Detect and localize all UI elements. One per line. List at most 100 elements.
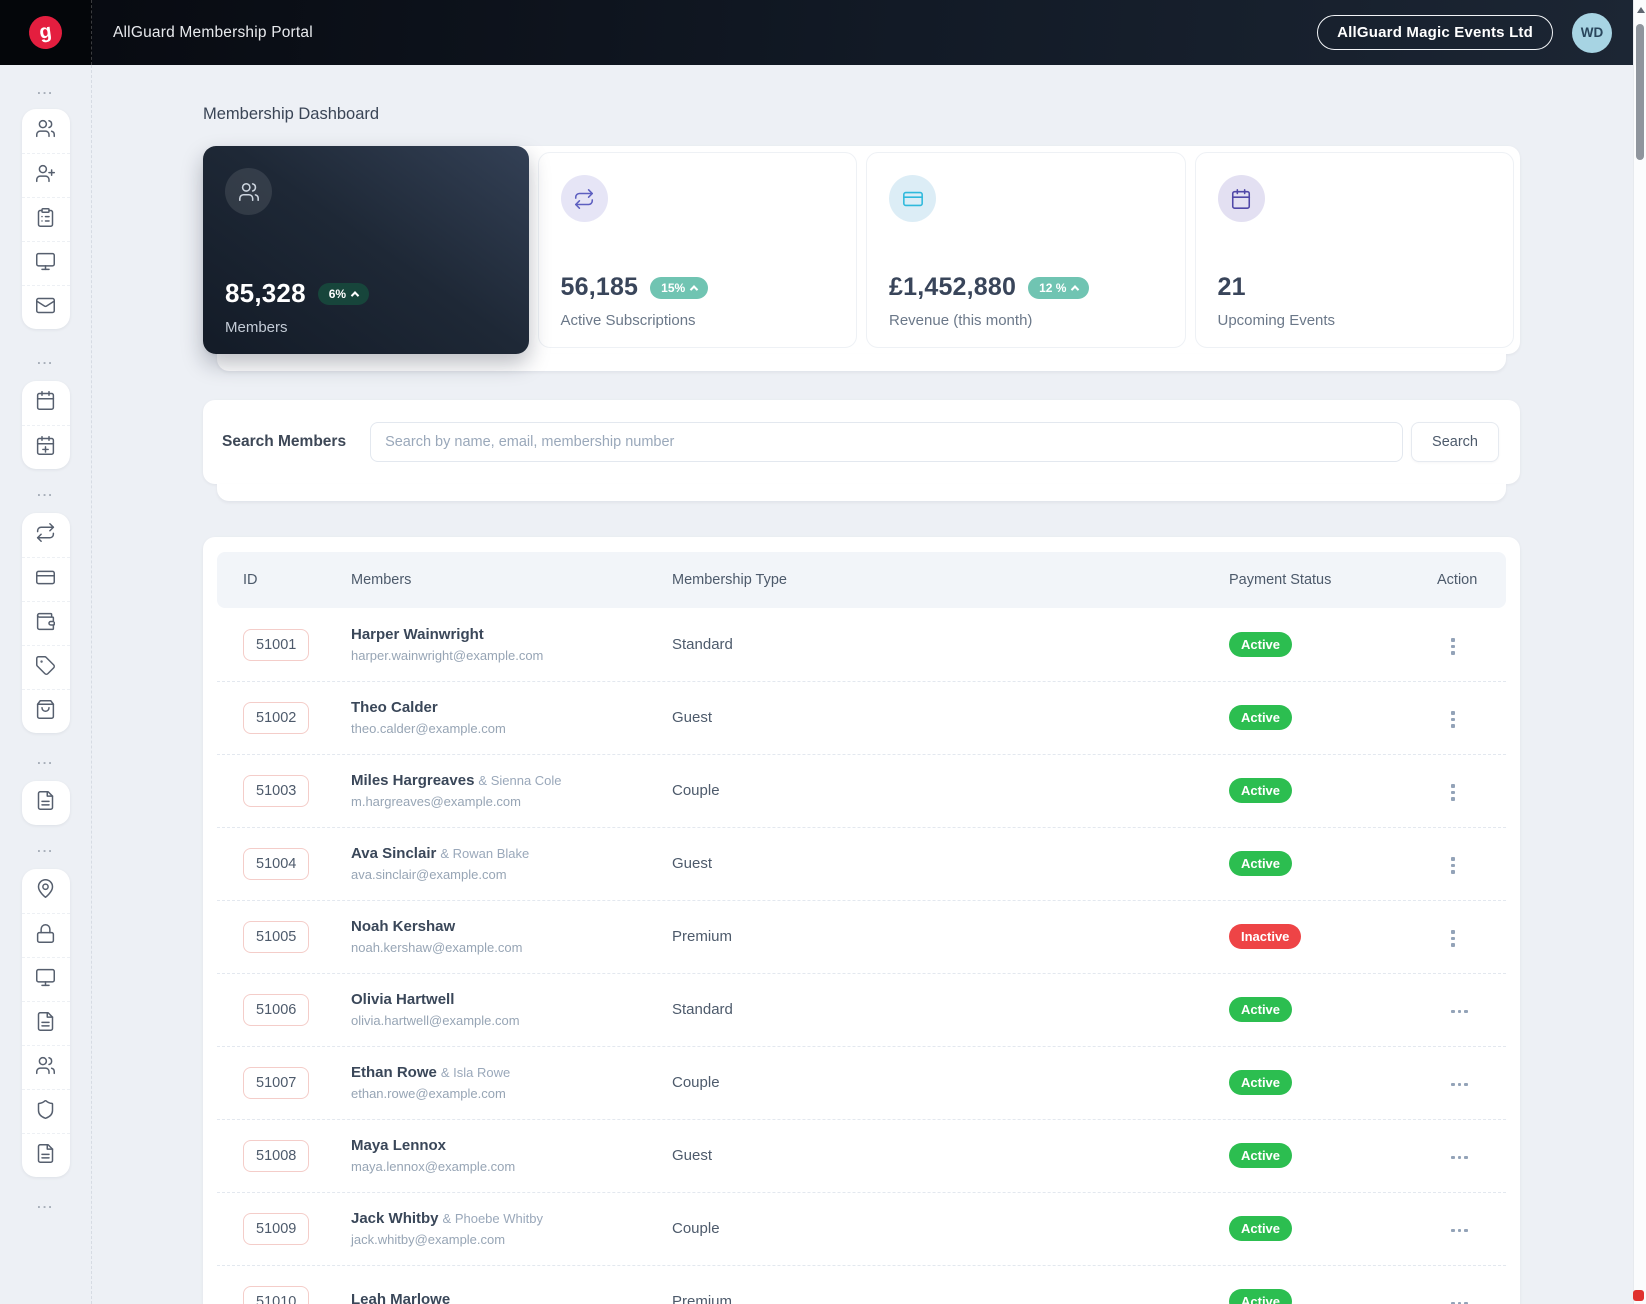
sidebar-section-label: ... (37, 840, 54, 855)
row-actions-button[interactable] (1445, 1004, 1474, 1020)
sidebar-item-monitor[interactable] (21, 241, 70, 285)
kebab-vertical-icon (1451, 857, 1455, 874)
sidebar-item-users[interactable] (22, 109, 70, 153)
member-id-chip: 51010 (243, 1285, 310, 1304)
row-actions-button[interactable] (1445, 1150, 1474, 1166)
member-name: Leah Marlowe (351, 1290, 451, 1304)
stat-card-revenue[interactable]: £1,452,880 12 % Revenue (this month) (866, 152, 1186, 348)
membership-type: Couple (672, 1220, 720, 1237)
member-id-chip: 51001 (243, 628, 310, 661)
table-row[interactable]: 51005 Noah Kershaw noah.kershaw@example.co… (203, 900, 1520, 973)
sidebar-item-calendar[interactable] (22, 381, 70, 425)
row-actions-button[interactable] (1445, 1077, 1474, 1093)
lock-icon (35, 923, 56, 949)
search-button[interactable]: Search (1411, 422, 1499, 462)
membership-type: Couple (672, 1074, 720, 1091)
vertical-scrollbar[interactable] (1633, 0, 1646, 1304)
column-header-id: ID (243, 572, 258, 588)
sidebar-section-label: ... (37, 352, 54, 367)
member-email: m.hargreaves@example.com (351, 794, 521, 809)
table-row[interactable]: 51006 Olivia Hartwell olivia.hartwell@exam… (203, 973, 1520, 1046)
sidebar-item-user-plus[interactable] (21, 153, 70, 197)
table-row[interactable]: 51003 Miles Hargreaves & Sienna Cole m.harg… (203, 754, 1520, 827)
sidebar-item-credit-card[interactable] (21, 557, 70, 601)
member-name: Miles Hargreaves (351, 772, 475, 789)
kebab-vertical-icon (1451, 711, 1455, 728)
sidebar-item-shield[interactable] (21, 1089, 70, 1133)
sidebar-item-file-text[interactable] (22, 781, 70, 825)
scrollbar-thumb[interactable] (1636, 24, 1644, 160)
payment-status-badge: Inactive (1229, 924, 1302, 949)
row-actions-button[interactable] (1445, 851, 1461, 880)
table-row[interactable]: 51008 Maya Lennox maya.lennox@example.com G… (203, 1119, 1520, 1192)
members-table: ID Members Membership Type Payment Statu… (203, 537, 1520, 1304)
kebab-vertical-icon (1451, 638, 1455, 655)
sidebar-item-file-text[interactable] (21, 1133, 70, 1177)
sidebar-item-map-pin[interactable] (22, 869, 70, 913)
map-pin-icon (35, 878, 56, 904)
app-logo-icon[interactable]: g (26, 13, 65, 52)
sidebar-item-mail[interactable] (21, 285, 70, 329)
member-id-chip: 51006 (243, 993, 310, 1026)
table-row[interactable]: 51004 Ava Sinclair & Rowan Blake ava.sincla… (203, 827, 1520, 900)
sidebar-item-monitor[interactable] (21, 957, 70, 1001)
payment-status-badge: Active (1229, 1143, 1293, 1168)
stat-card-active-subscriptions[interactable]: 56,185 15% Active Subscriptions (537, 152, 857, 348)
table-row[interactable]: 51001 Harper Wainwright harper.wainwright@… (203, 608, 1520, 681)
table-row[interactable]: 51009 Jack Whitby & Phoebe Whitby jack.whit… (203, 1192, 1520, 1265)
sidebar-item-shopping-bag[interactable] (21, 689, 70, 733)
table-row[interactable]: 51007 Ethan Rowe & Isla Rowe ethan.rowe@exa… (203, 1046, 1520, 1119)
member-name: Noah Kershaw (351, 918, 456, 935)
sidebar-item-file-text[interactable] (21, 1001, 70, 1045)
table-row[interactable]: 51010 Leah Marlowe Premium Active (203, 1265, 1520, 1304)
sidebar-item-tag[interactable] (21, 645, 70, 689)
organization-button[interactable]: AllGuard Magic Events Ltd (1317, 15, 1553, 50)
sidebar-item-lock[interactable] (21, 913, 70, 957)
column-header-action: Action (1437, 572, 1478, 588)
column-header-members: Members (351, 572, 412, 588)
sidebar-item-calendar-plus[interactable] (21, 425, 70, 469)
row-actions-button[interactable] (1445, 632, 1461, 661)
member-id-chip: 51008 (243, 1139, 310, 1172)
sidebar-group-1 (21, 109, 70, 329)
stat-card-members[interactable]: 85,328 6% Members (203, 146, 529, 354)
member-email: harper.wainwright@example.com (351, 648, 544, 663)
sidebar-section-label: ... (37, 82, 54, 97)
file-text-icon (35, 1011, 56, 1037)
sidebar-item-clipboard-list[interactable] (21, 197, 70, 241)
stat-card-upcoming-events[interactable]: 21 Upcoming Events (1194, 152, 1514, 348)
sidebar-section-label: ... (37, 752, 54, 767)
row-actions-button[interactable] (1445, 1223, 1474, 1239)
member-partner: & Phoebe Whitby (442, 1211, 543, 1226)
stats-section: 85,328 6% Members 56,185 15% Active Subs… (203, 146, 1520, 354)
kebab-vertical-icon (1451, 784, 1455, 801)
search-input[interactable] (370, 422, 1404, 462)
sidebar-group-3 (21, 513, 70, 733)
member-id-chip: 51003 (243, 774, 310, 807)
avatar[interactable]: WD (1572, 12, 1612, 53)
repeat-icon (35, 522, 56, 548)
ellipsis-horizontal-icon (1451, 1155, 1468, 1159)
scrollbar-up-arrow-icon[interactable] (1637, 7, 1645, 13)
row-actions-button[interactable] (1445, 924, 1461, 953)
sidebar-item-users[interactable] (21, 1045, 70, 1089)
member-partner: & Isla Rowe (440, 1065, 511, 1080)
payment-status-badge: Active (1229, 997, 1293, 1022)
chevron-up-icon (1071, 284, 1080, 294)
row-actions-button[interactable] (1445, 778, 1461, 807)
corner-indicator-icon (1633, 1290, 1644, 1301)
stat-value: 85,328 (225, 278, 306, 308)
member-partner: & Rowan Blake (440, 846, 530, 861)
sidebar-item-wallet[interactable] (21, 601, 70, 645)
member-name: Jack Whitby (351, 1210, 439, 1227)
sidebar-item-repeat[interactable] (22, 513, 70, 557)
stats-section-stack-edge (217, 354, 1506, 371)
row-actions-button[interactable] (1445, 705, 1461, 734)
row-actions-button[interactable] (1445, 1296, 1474, 1304)
table-row[interactable]: 51002 Theo Calder theo.calder@example.com G… (203, 681, 1520, 754)
payment-status-badge: Active (1229, 1070, 1293, 1095)
calendar-icon (35, 390, 56, 416)
credit-card-icon (35, 567, 56, 593)
payment-status-badge: Active (1229, 632, 1293, 657)
file-text-icon (35, 1143, 56, 1169)
